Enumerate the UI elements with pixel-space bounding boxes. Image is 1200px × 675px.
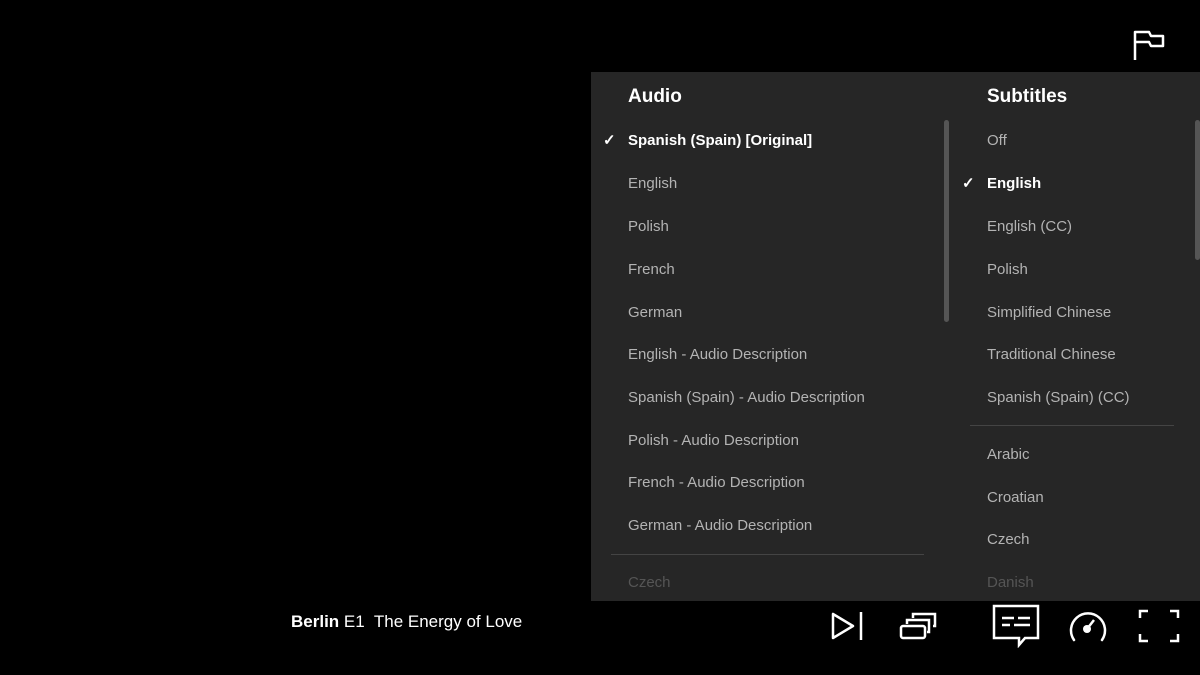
option-label: Simplified Chinese xyxy=(987,304,1112,321)
subtitles-icon[interactable] xyxy=(992,604,1040,648)
audio-option[interactable]: German - Audio Description xyxy=(628,516,812,536)
audio-heading: Audio xyxy=(628,86,682,107)
subtitles-option[interactable]: Traditional Chinese xyxy=(987,345,1116,365)
audio-option[interactable]: German xyxy=(628,303,682,323)
subtitles-column: Subtitles Off ✓ English English (CC) Polish S… xyxy=(946,72,1200,601)
checkmark-icon: ✓ xyxy=(962,175,975,192)
episode-name: The Energy of Love xyxy=(373,612,523,631)
option-label: Spanish (Spain) (CC) xyxy=(987,389,1130,406)
subtitles-option[interactable]: ✓ English xyxy=(962,174,1042,194)
audio-option[interactable]: English xyxy=(628,174,677,194)
option-label: Czech xyxy=(628,574,671,591)
audio-divider xyxy=(611,554,924,555)
audio-option[interactable]: French xyxy=(628,260,675,280)
option-label: Spanish (Spain) [Original] xyxy=(628,132,813,149)
option-label: English (CC) xyxy=(987,218,1073,235)
subtitles-option[interactable]: Off xyxy=(987,131,1007,151)
fullscreen-icon[interactable] xyxy=(1137,604,1181,648)
option-label: Czech xyxy=(987,531,1030,548)
audio-option[interactable]: English - Audio Description xyxy=(628,345,807,365)
audio-option[interactable]: Polish - Audio Description xyxy=(628,431,799,451)
option-label: Arabic xyxy=(987,446,1030,463)
audio-option[interactable]: Spanish (Spain) - Audio Description xyxy=(628,388,865,408)
subtitles-option[interactable]: Polish xyxy=(987,260,1028,280)
subtitles-option[interactable]: Simplified Chinese xyxy=(987,303,1111,323)
episode-title: Berlin E1 The Energy of Love xyxy=(291,612,522,632)
option-label: Polish xyxy=(987,261,1028,278)
episodes-icon[interactable] xyxy=(898,604,940,648)
audio-option[interactable]: French - Audio Description xyxy=(628,473,805,493)
audio-option[interactable]: Polish xyxy=(628,217,669,237)
option-label: German - Audio Description xyxy=(628,517,813,534)
option-label: Off xyxy=(987,132,1007,149)
option-label: Danish xyxy=(987,574,1034,591)
playback-speed-icon[interactable] xyxy=(1066,604,1110,648)
subtitles-option[interactable]: English (CC) xyxy=(987,217,1072,237)
option-label: French xyxy=(628,261,675,278)
episode-number: E1 xyxy=(343,612,365,631)
option-label: Traditional Chinese xyxy=(987,346,1116,363)
audio-column: Audio ✓ Spanish (Spain) [Original] English… xyxy=(591,72,949,601)
audio-option[interactable]: ✓ Spanish (Spain) [Original] xyxy=(603,131,813,151)
subtitles-option[interactable]: Croatian xyxy=(987,488,1044,508)
option-label: Croatian xyxy=(987,489,1044,506)
subtitles-divider xyxy=(970,425,1174,426)
subtitles-scrollbar[interactable] xyxy=(1195,120,1200,260)
option-label: French - Audio Description xyxy=(628,474,805,491)
show-name: Berlin xyxy=(291,612,340,631)
option-label: English xyxy=(628,175,678,192)
option-label: English - Audio Description xyxy=(628,346,808,363)
option-label: Polish - Audio Description xyxy=(628,432,799,449)
audio-option[interactable]: Czech xyxy=(628,573,671,593)
next-episode-icon[interactable] xyxy=(828,604,866,648)
subtitles-heading: Subtitles xyxy=(987,86,1068,107)
subtitles-option[interactable]: Spanish (Spain) (CC) xyxy=(987,388,1130,408)
option-label: Polish xyxy=(628,218,669,235)
subtitles-option[interactable]: Arabic xyxy=(987,445,1030,465)
option-label: Spanish (Spain) - Audio Description xyxy=(628,389,865,406)
subtitles-option[interactable]: Czech xyxy=(987,530,1030,550)
subtitles-option[interactable]: Danish xyxy=(987,573,1034,593)
option-label: German xyxy=(628,304,683,321)
report-flag-icon[interactable] xyxy=(1131,28,1167,64)
audio-subtitles-menu: Audio ✓ Spanish (Spain) [Original] English… xyxy=(591,72,1200,601)
option-label: English xyxy=(987,175,1042,192)
checkmark-icon: ✓ xyxy=(603,132,616,149)
